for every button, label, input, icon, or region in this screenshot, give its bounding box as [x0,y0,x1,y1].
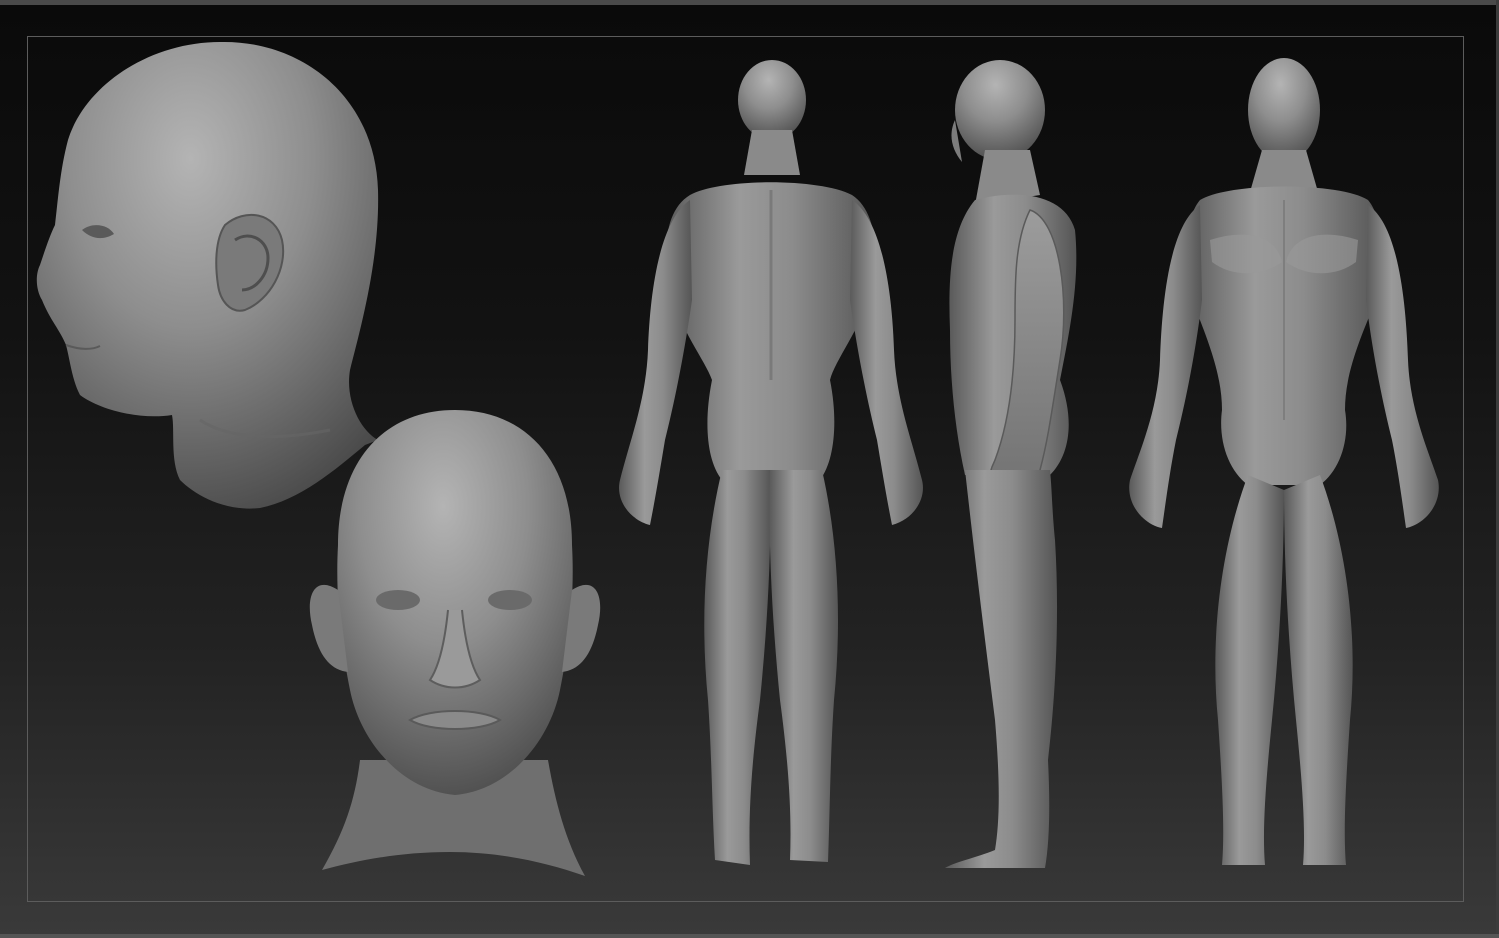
sculpt-viewport[interactable] [0,0,1499,938]
head-front-view [309,410,601,876]
head-side-view [36,41,379,509]
body-front-view [1129,58,1439,865]
body-side-view [945,60,1077,868]
body-back-view [619,60,923,865]
sculpt-render [36,41,1439,876]
